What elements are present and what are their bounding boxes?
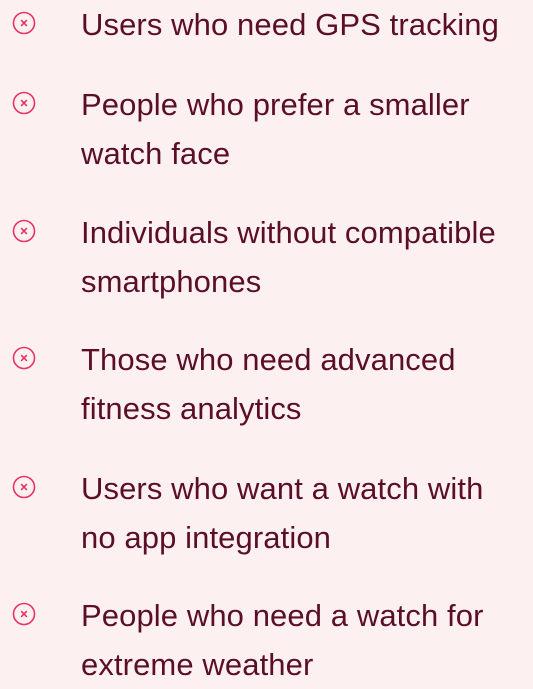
close-circle-icon <box>12 219 36 243</box>
close-circle-icon <box>12 11 36 35</box>
close-circle-icon <box>12 91 36 115</box>
list-item-label: Users who need GPS tracking <box>81 7 499 42</box>
close-circle-icon <box>12 346 36 370</box>
exclusion-list: Users who need GPS tracking People who p… <box>0 0 533 682</box>
list-item-label: Those who need advanced fitness analytic… <box>81 342 456 426</box>
list-item-label: People who need a watch for extreme weat… <box>81 598 484 682</box>
close-circle-icon <box>12 602 36 626</box>
list-item-label: Individuals without compatible smartphon… <box>81 215 496 299</box>
list-item-label: People who prefer a smaller watch face <box>81 87 470 171</box>
list-item-label: Users who want a watch with no app integ… <box>81 471 484 555</box>
close-circle-icon <box>12 475 36 499</box>
